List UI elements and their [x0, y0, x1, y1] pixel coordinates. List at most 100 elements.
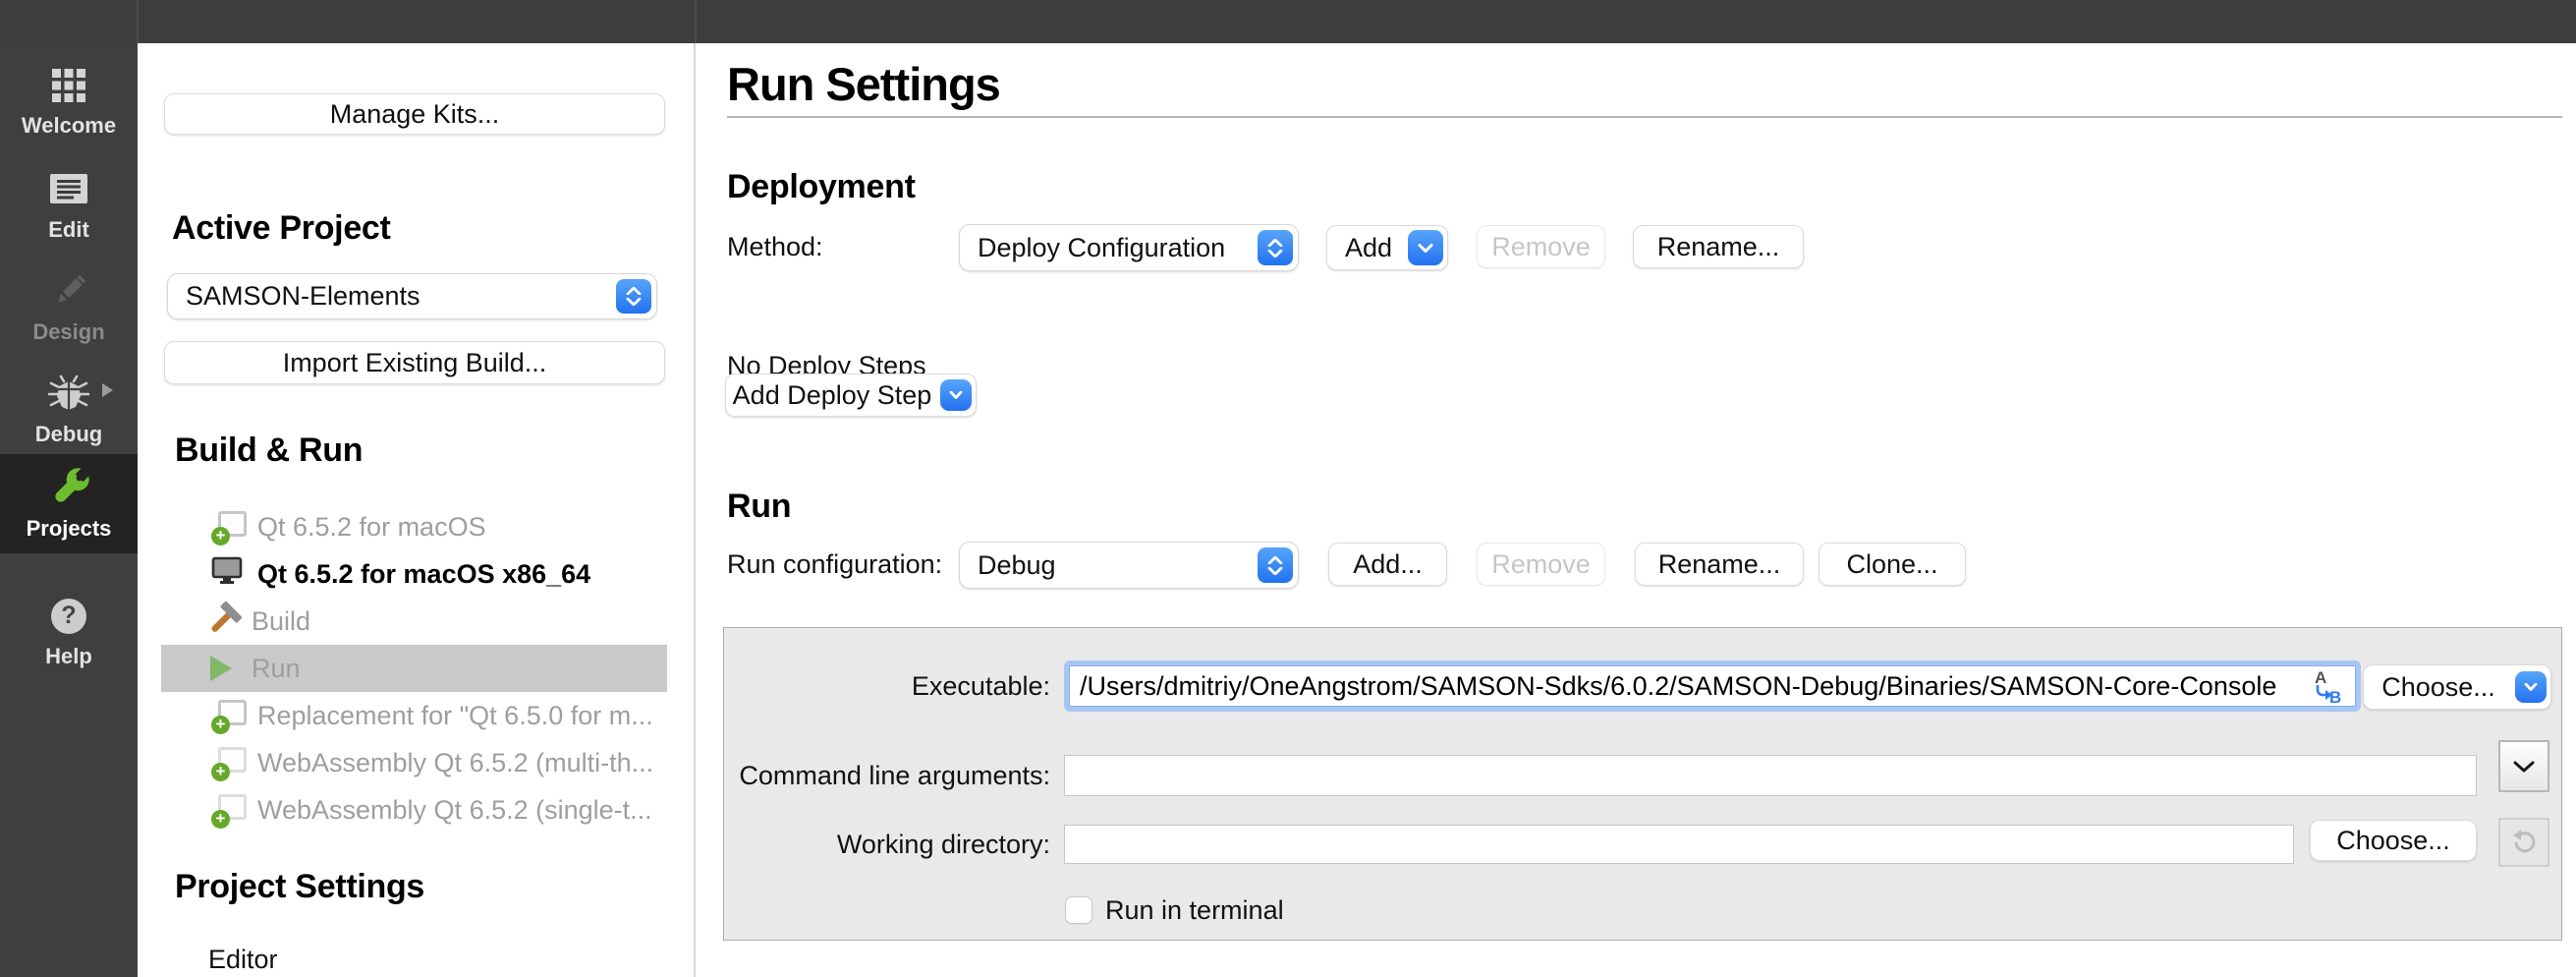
variables-icon[interactable]: A B — [2308, 668, 2343, 706]
kit-run-row-selected[interactable]: Run — [161, 645, 667, 692]
reset-working-directory-button — [2498, 818, 2549, 867]
kit-add-icon — [210, 743, 250, 782]
command-line-dropdown-button[interactable] — [2498, 740, 2549, 792]
import-existing-build-button[interactable]: Import Existing Build... — [164, 341, 665, 384]
build-and-run-header: Build & Run — [175, 431, 363, 470]
executable-choose-button[interactable]: Choose... — [2363, 664, 2551, 710]
deploy-method-select[interactable]: Deploy Configuration — [959, 224, 1299, 271]
chevron-down-icon[interactable] — [940, 379, 972, 411]
document-icon — [0, 167, 138, 212]
working-directory-label: Working directory: — [732, 831, 1050, 858]
project-selector-panel: Manage Kits... Active Project SAMSON-Ele… — [138, 43, 696, 977]
active-project-value: SAMSON-Elements — [168, 281, 420, 312]
titlebar — [0, 0, 2576, 43]
remove-run-config-button: Remove — [1477, 543, 1605, 586]
kit-row[interactable]: WebAssembly Qt 6.5.2 (single-t... — [161, 786, 716, 833]
sidebar-item-label: Debug — [0, 423, 138, 446]
executable-label: Executable: — [732, 672, 1050, 700]
updown-stepper-icon — [616, 279, 651, 314]
rename-run-config-button[interactable]: Rename... — [1635, 543, 1804, 586]
project-settings-header: Project Settings — [175, 867, 424, 906]
grid-icon — [0, 63, 138, 108]
mode-sidebar: Welcome Edit — [0, 43, 138, 977]
sidebar-item-label: Welcome — [0, 114, 138, 138]
kit-add-icon — [210, 790, 250, 830]
kit-row[interactable]: Replacement for "Qt 6.5.0 for m... — [161, 692, 716, 739]
chevron-down-icon[interactable] — [2515, 671, 2547, 703]
sidebar-item-label: Design — [0, 320, 138, 344]
add-run-config-button[interactable]: Add... — [1328, 543, 1447, 586]
run-configuration-value: Debug — [960, 550, 1056, 581]
svg-text:A: A — [2315, 668, 2326, 687]
command-line-arguments-label: Command line arguments: — [732, 762, 1050, 789]
chevron-down-icon[interactable] — [1408, 230, 1443, 265]
run-in-terminal-checkbox[interactable] — [1065, 896, 1092, 924]
method-label: Method: — [727, 224, 823, 269]
updown-stepper-icon — [1258, 547, 1293, 583]
kit-row-active[interactable]: Qt 6.5.2 for macOS x86_64 — [161, 550, 716, 598]
sidebar-item-edit[interactable]: Edit — [0, 167, 138, 242]
hammer-icon — [204, 602, 244, 641]
project-settings-item-editor[interactable]: Editor — [208, 946, 278, 973]
kit-label: WebAssembly Qt 6.5.2 (single-t... — [257, 795, 652, 826]
run-in-terminal-label: Run in terminal — [1105, 896, 1284, 924]
rename-deploy-config-button[interactable]: Rename... — [1633, 225, 1804, 268]
manage-kits-button[interactable]: Manage Kits... — [164, 93, 665, 135]
bug-icon — [0, 372, 138, 417]
qt-creator-window: Welcome Edit — [0, 0, 2576, 977]
titlebar-separator — [695, 0, 697, 43]
pencil-icon — [0, 269, 138, 315]
run-configuration-label: Run configuration: — [727, 542, 942, 587]
executable-field-focus-ring: A B — [1064, 661, 2361, 712]
sidebar-item-label: Edit — [0, 218, 138, 242]
run-settings-page: Run Settings Deployment Method: Deploy C… — [698, 43, 2576, 977]
kit-label: Qt 6.5.2 for macOS — [257, 512, 486, 543]
svg-text:B: B — [2329, 688, 2341, 706]
titlebar-separator — [137, 0, 139, 43]
play-icon — [204, 649, 244, 688]
sidebar-item-help[interactable]: Help — [0, 594, 138, 668]
monitor-icon — [210, 554, 250, 594]
debug-submenu-arrow-icon[interactable] — [102, 383, 113, 397]
kit-add-icon — [210, 507, 250, 546]
kit-label: Replacement for "Qt 6.5.0 for m... — [257, 701, 653, 731]
active-project-select[interactable]: SAMSON-Elements — [167, 273, 657, 319]
add-deploy-config-button[interactable]: Add — [1326, 225, 1448, 270]
wrench-icon — [0, 466, 138, 511]
run-configuration-select[interactable]: Debug — [959, 542, 1299, 589]
executable-input[interactable] — [1069, 665, 2356, 707]
command-line-arguments-input[interactable] — [1064, 755, 2477, 796]
kit-row[interactable]: Qt 6.5.2 for macOS — [161, 503, 716, 550]
sidebar-item-label: Help — [0, 645, 138, 668]
run-header: Run — [727, 487, 791, 526]
working-directory-choose-button[interactable]: Choose... — [2310, 820, 2477, 861]
title-divider — [727, 116, 2562, 118]
deployment-header: Deployment — [727, 167, 916, 206]
add-deploy-step-label: Add Deploy Step — [726, 380, 976, 411]
sidebar-item-projects[interactable]: Projects — [0, 466, 138, 541]
add-deploy-step-button[interactable]: Add Deploy Step — [725, 374, 977, 417]
sidebar-item-label: Projects — [0, 517, 138, 541]
sidebar-item-welcome[interactable]: Welcome — [0, 63, 138, 138]
kit-add-icon — [210, 696, 250, 735]
active-project-header: Active Project — [172, 208, 391, 248]
deploy-method-value: Deploy Configuration — [960, 233, 1225, 263]
kit-label: Run — [252, 654, 301, 684]
reset-icon — [2509, 828, 2539, 857]
page-title: Run Settings — [727, 59, 1000, 110]
sidebar-item-debug[interactable]: Debug — [0, 372, 138, 446]
kit-build-row[interactable]: Build — [161, 598, 667, 645]
remove-deploy-config-button: Remove — [1477, 225, 1605, 268]
kit-label: Qt 6.5.2 for macOS x86_64 — [257, 559, 590, 590]
chevron-down-icon — [2513, 761, 2535, 773]
kit-label: WebAssembly Qt 6.5.2 (multi-th... — [257, 748, 653, 778]
run-configuration-panel: Executable: A B Choose... C — [723, 627, 2562, 941]
sidebar-item-design: Design — [0, 269, 138, 344]
question-icon — [0, 594, 138, 639]
clone-run-config-button[interactable]: Clone... — [1819, 543, 1966, 586]
working-directory-input[interactable] — [1064, 825, 2294, 864]
kit-label: Build — [252, 606, 310, 637]
updown-stepper-icon — [1258, 230, 1293, 265]
kit-row[interactable]: WebAssembly Qt 6.5.2 (multi-th... — [161, 739, 716, 786]
sidebar-item-projects-active[interactable]: Projects — [0, 454, 138, 553]
